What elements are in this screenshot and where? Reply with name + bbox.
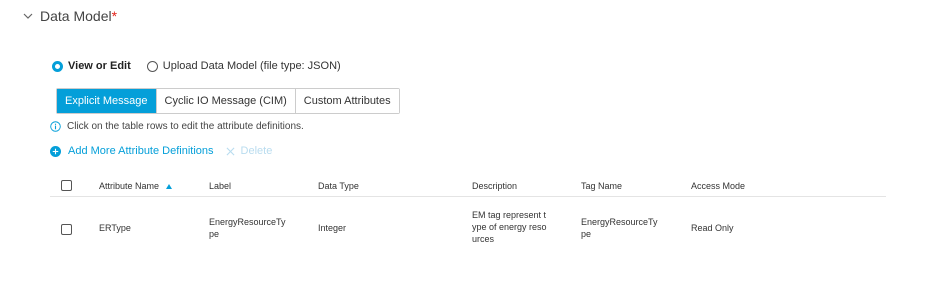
add-attribute-definitions-link[interactable]: Add More Attribute Definitions: [68, 145, 214, 157]
cell-label: EnergyResourceTy pe: [209, 216, 299, 240]
column-header-tag-name: Tag Name: [581, 181, 623, 191]
cell-tag-name: EnergyResourceTy pe: [581, 216, 671, 240]
cell-attribute-name: ERType: [99, 223, 131, 233]
message-type-tabs: Explicit Message Cyclic IO Message (CIM)…: [56, 88, 400, 114]
column-header-attribute-name-label: Attribute Name: [99, 181, 160, 191]
tab-cyclic-io-message[interactable]: Cyclic IO Message (CIM): [155, 89, 295, 113]
column-header-data-type: Data Type: [318, 181, 359, 191]
info-icon: [50, 121, 61, 132]
tab-custom-attributes[interactable]: Custom Attributes: [294, 89, 399, 113]
cell-label-line: EnergyResourceTy: [209, 217, 286, 227]
sort-ascending-icon[interactable]: [165, 184, 172, 190]
cell-access-mode: Read Only: [691, 223, 734, 233]
cell-label-line: pe: [209, 229, 220, 239]
cell-tag-name-line: pe: [581, 229, 592, 239]
attribute-table: Attribute Name Label Data Type Descripti…: [50, 176, 886, 261]
table-header: Attribute Name Label Data Type Descripti…: [50, 176, 886, 197]
info-message: Click on the table rows to edit the attr…: [50, 121, 304, 132]
select-all-checkbox[interactable]: [61, 180, 72, 191]
view-edit-radio[interactable]: [52, 60, 63, 72]
column-header-attribute-name[interactable]: Attribute Name: [99, 181, 172, 191]
column-header-access-mode: Access Mode: [691, 181, 746, 191]
required-marker: *: [111, 8, 118, 24]
cell-description-line: EM tag represent t: [472, 210, 547, 220]
data-model-section-header[interactable]: Data Model *: [22, 8, 117, 24]
section-title: Data Model: [40, 8, 112, 24]
cell-data-type: Integer: [318, 223, 347, 233]
tab-explicit-message[interactable]: Explicit Message: [57, 89, 156, 113]
cell-description: EM tag represent t ype of energy reso ur…: [472, 209, 562, 245]
table-row[interactable]: ERType EnergyResourceTy pe Integer EM ta…: [50, 197, 886, 261]
close-icon[interactable]: [226, 147, 235, 156]
info-text: Click on the table rows to edit the attr…: [67, 121, 304, 132]
row-checkbox[interactable]: [61, 224, 72, 235]
cell-description-line: urces: [472, 234, 495, 244]
delete-button[interactable]: Delete: [241, 145, 273, 157]
chevron-down-icon[interactable]: [22, 10, 34, 22]
cell-description-line: ype of energy reso: [472, 222, 547, 232]
cell-tag-name-line: EnergyResourceTy: [581, 217, 658, 227]
data-model-mode-radio-group: View or Edit Upload Data Model (file typ…: [52, 60, 357, 72]
upload-data-model-radio[interactable]: [146, 60, 158, 72]
column-header-label: Label: [209, 181, 232, 191]
plus-circle-icon[interactable]: [50, 145, 61, 157]
view-edit-radio-label[interactable]: View or Edit: [68, 60, 131, 72]
attribute-actions: Add More Attribute Definitions Delete: [50, 145, 272, 157]
column-header-description: Description: [472, 181, 518, 191]
upload-data-model-radio-label[interactable]: Upload Data Model (file type: JSON): [163, 60, 341, 72]
